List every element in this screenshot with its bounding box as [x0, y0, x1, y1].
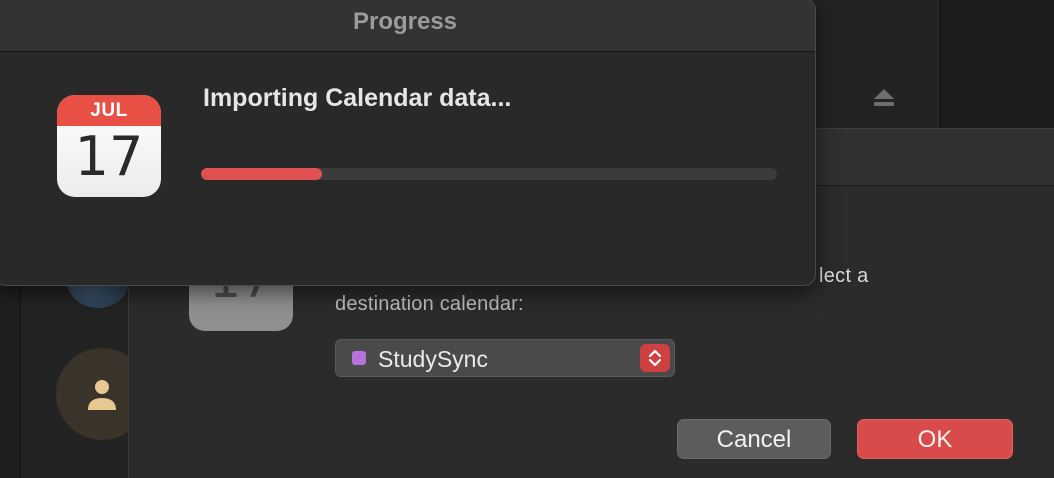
progress-bar-fill: [201, 168, 322, 180]
cancel-button[interactable]: Cancel: [677, 419, 831, 459]
dialog-message: destination calendar:: [335, 293, 524, 315]
eject-icon[interactable]: [872, 86, 896, 108]
progress-window: Progress JUL 17 Importing Calendar data.…: [0, 0, 816, 286]
progress-bar: [201, 168, 777, 180]
calendar-icon-header: JUL: [57, 95, 161, 126]
ok-button[interactable]: OK: [857, 419, 1013, 459]
destination-calendar-select[interactable]: StudySync: [335, 339, 675, 377]
desktop: 17 lect a destination calendar: StudySyn…: [0, 0, 1054, 478]
progress-status-text: Importing Calendar data...: [203, 84, 512, 112]
calendar-icon-day: 17: [74, 125, 144, 188]
window-title: Progress: [352, 8, 458, 35]
calendar-icon-month: JUL: [90, 100, 128, 121]
calendar-color-swatch: [352, 351, 366, 365]
progress-titlebar: Progress: [0, 0, 815, 52]
dialog-message-tail: lect a: [819, 265, 869, 287]
calendar-app-icon: JUL 17: [57, 95, 161, 197]
person-icon: [88, 380, 116, 410]
calendar-app-icon-partial: 17: [189, 279, 293, 331]
chevron-up-down-icon[interactable]: [640, 344, 670, 372]
selected-calendar: StudySync: [378, 346, 488, 372]
